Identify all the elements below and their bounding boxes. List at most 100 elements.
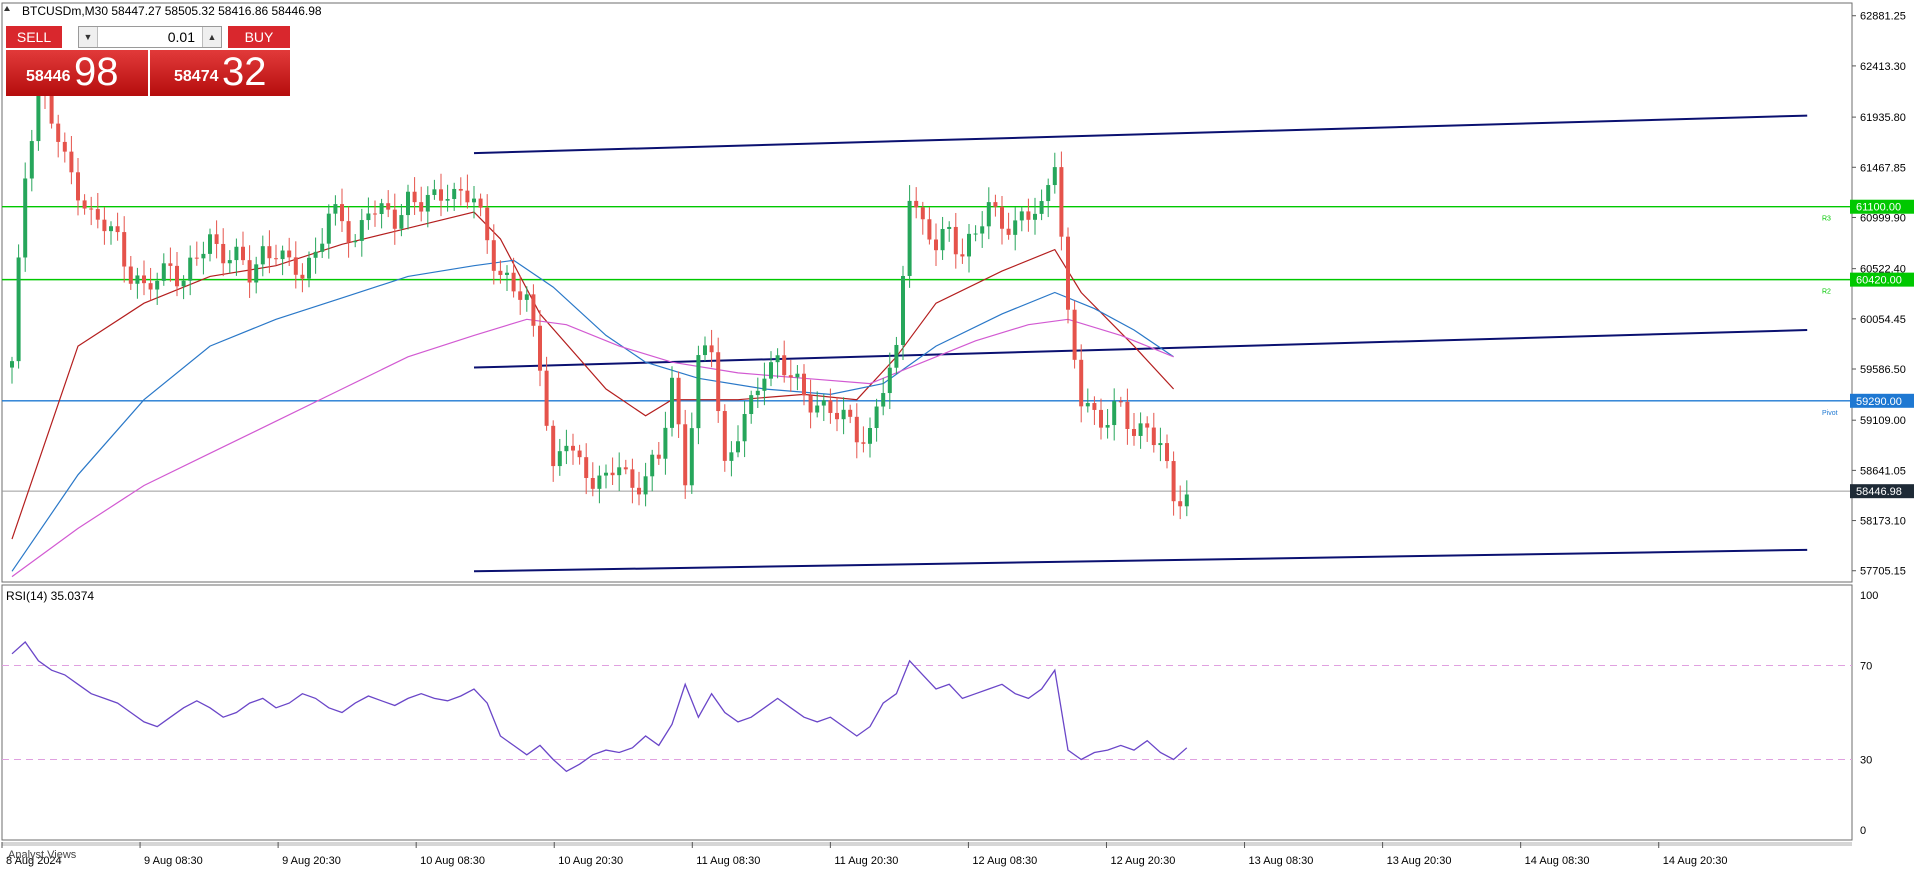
candle-body [247, 260, 252, 283]
candle-body [386, 203, 391, 210]
candle-body [1092, 403, 1097, 410]
sell-price-button[interactable]: 58446 98 [6, 50, 148, 96]
candle-body [1033, 213, 1037, 220]
candle-body [221, 243, 226, 264]
candle-body [940, 228, 945, 251]
candle-body [379, 203, 384, 215]
candle-body [643, 476, 648, 495]
candle-body [993, 202, 998, 207]
rsi-tick-label: 70 [1860, 661, 1872, 673]
candle-body [102, 219, 107, 232]
candle-body [359, 220, 364, 241]
price-tick-label: 58173.10 [1860, 516, 1906, 528]
candle-body [1112, 401, 1117, 426]
candle-body [56, 123, 61, 142]
candle-body [241, 246, 245, 261]
candle-body [637, 487, 641, 495]
candle-body [208, 234, 212, 254]
candle-body [267, 246, 272, 259]
candle-body [841, 409, 846, 420]
candle-body [1125, 401, 1130, 430]
candle-body [973, 233, 978, 235]
candle-body [663, 427, 668, 459]
candle-body [670, 377, 674, 428]
candle-body [234, 246, 239, 261]
trading-chart[interactable]: R361100.00R260420.00Pivot59290.0058446.9… [0, 0, 1916, 874]
candle-body [280, 250, 285, 260]
candle-body [623, 467, 628, 470]
price-tick-label: 62881.25 [1860, 11, 1906, 23]
candle-body [366, 213, 371, 221]
candle-body [782, 355, 787, 376]
candle-body [505, 272, 509, 275]
candle-body [95, 209, 100, 220]
candle-body [980, 226, 985, 234]
candle-body [769, 362, 773, 379]
candle-body [300, 274, 305, 279]
candle-body [406, 191, 410, 216]
time-tick-label: 10 Aug 08:30 [420, 855, 485, 867]
candle-body [201, 253, 206, 259]
sell-button[interactable]: SELL [6, 26, 62, 48]
lot-size-value[interactable]: 0.01 [168, 29, 195, 45]
candle-body [62, 141, 67, 152]
candle-body [967, 233, 971, 257]
candle-body [260, 246, 265, 265]
candle-body [353, 240, 358, 243]
rsi-label: RSI(14) 35.0374 [6, 589, 94, 603]
candle-body [524, 294, 529, 300]
candle-body [485, 207, 490, 241]
symbol-info-line: BTCUSDm,M30 58447.27 58505.32 58416.86 5… [22, 4, 322, 18]
candle-body [808, 395, 813, 413]
lot-increase-icon[interactable]: ▲ [202, 27, 221, 47]
candle-body [373, 213, 377, 215]
candle-body [716, 352, 721, 412]
candle-body [1052, 167, 1057, 186]
candle-body [802, 373, 806, 396]
candle-body [1178, 501, 1183, 507]
price-tick-label: 59109.00 [1860, 415, 1906, 427]
lot-size-field[interactable]: ▼ 0.01 ▲ [78, 26, 222, 48]
candle-body [986, 202, 991, 227]
candle-body [914, 200, 919, 208]
candle-body [115, 226, 120, 233]
rsi-tick-label: 30 [1860, 755, 1872, 767]
candle-body [1105, 425, 1110, 428]
candle-body [617, 467, 622, 476]
buy-button[interactable]: BUY [228, 26, 290, 48]
price-tick-label: 57705.15 [1860, 566, 1906, 578]
candle-body [927, 219, 932, 240]
lot-decrease-icon[interactable]: ▼ [79, 27, 98, 47]
price-tick-label: 61467.85 [1860, 162, 1906, 174]
candle-body [1165, 443, 1169, 462]
candle-body [736, 441, 740, 453]
rsi-plot-frame [1, 584, 1853, 841]
candle-body [478, 198, 483, 208]
candle-body [795, 373, 800, 378]
current-price-label: 58446.98 [1856, 486, 1902, 498]
time-tick-label: 12 Aug 20:30 [1110, 855, 1175, 867]
candle-body [861, 442, 866, 444]
candle-body [333, 204, 338, 214]
candle-body [320, 243, 325, 252]
candle-body [584, 457, 589, 479]
buy-price-prefix: 58474 [174, 68, 219, 85]
candle-body [610, 472, 615, 476]
buy-price-pips: 32 [222, 50, 267, 94]
candle-body [1059, 167, 1064, 237]
price-tick-label: 60054.45 [1860, 314, 1906, 326]
candle-body [511, 272, 516, 292]
time-tick-label: 12 Aug 08:30 [972, 855, 1037, 867]
buy-price-button[interactable]: 58474 32 [150, 50, 290, 96]
candle-body [472, 198, 476, 203]
candle-body [531, 294, 536, 326]
candle-body [122, 232, 127, 267]
time-tick-label: 11 Aug 20:30 [834, 855, 898, 867]
analyst-views-tab[interactable]: Analyst Views [8, 849, 77, 861]
candle-body [551, 425, 556, 467]
candle-body [604, 472, 608, 476]
price-tick-label: 58641.05 [1860, 465, 1906, 477]
candle-body [676, 377, 681, 425]
candle-body [181, 280, 186, 287]
candle-body [881, 393, 886, 407]
